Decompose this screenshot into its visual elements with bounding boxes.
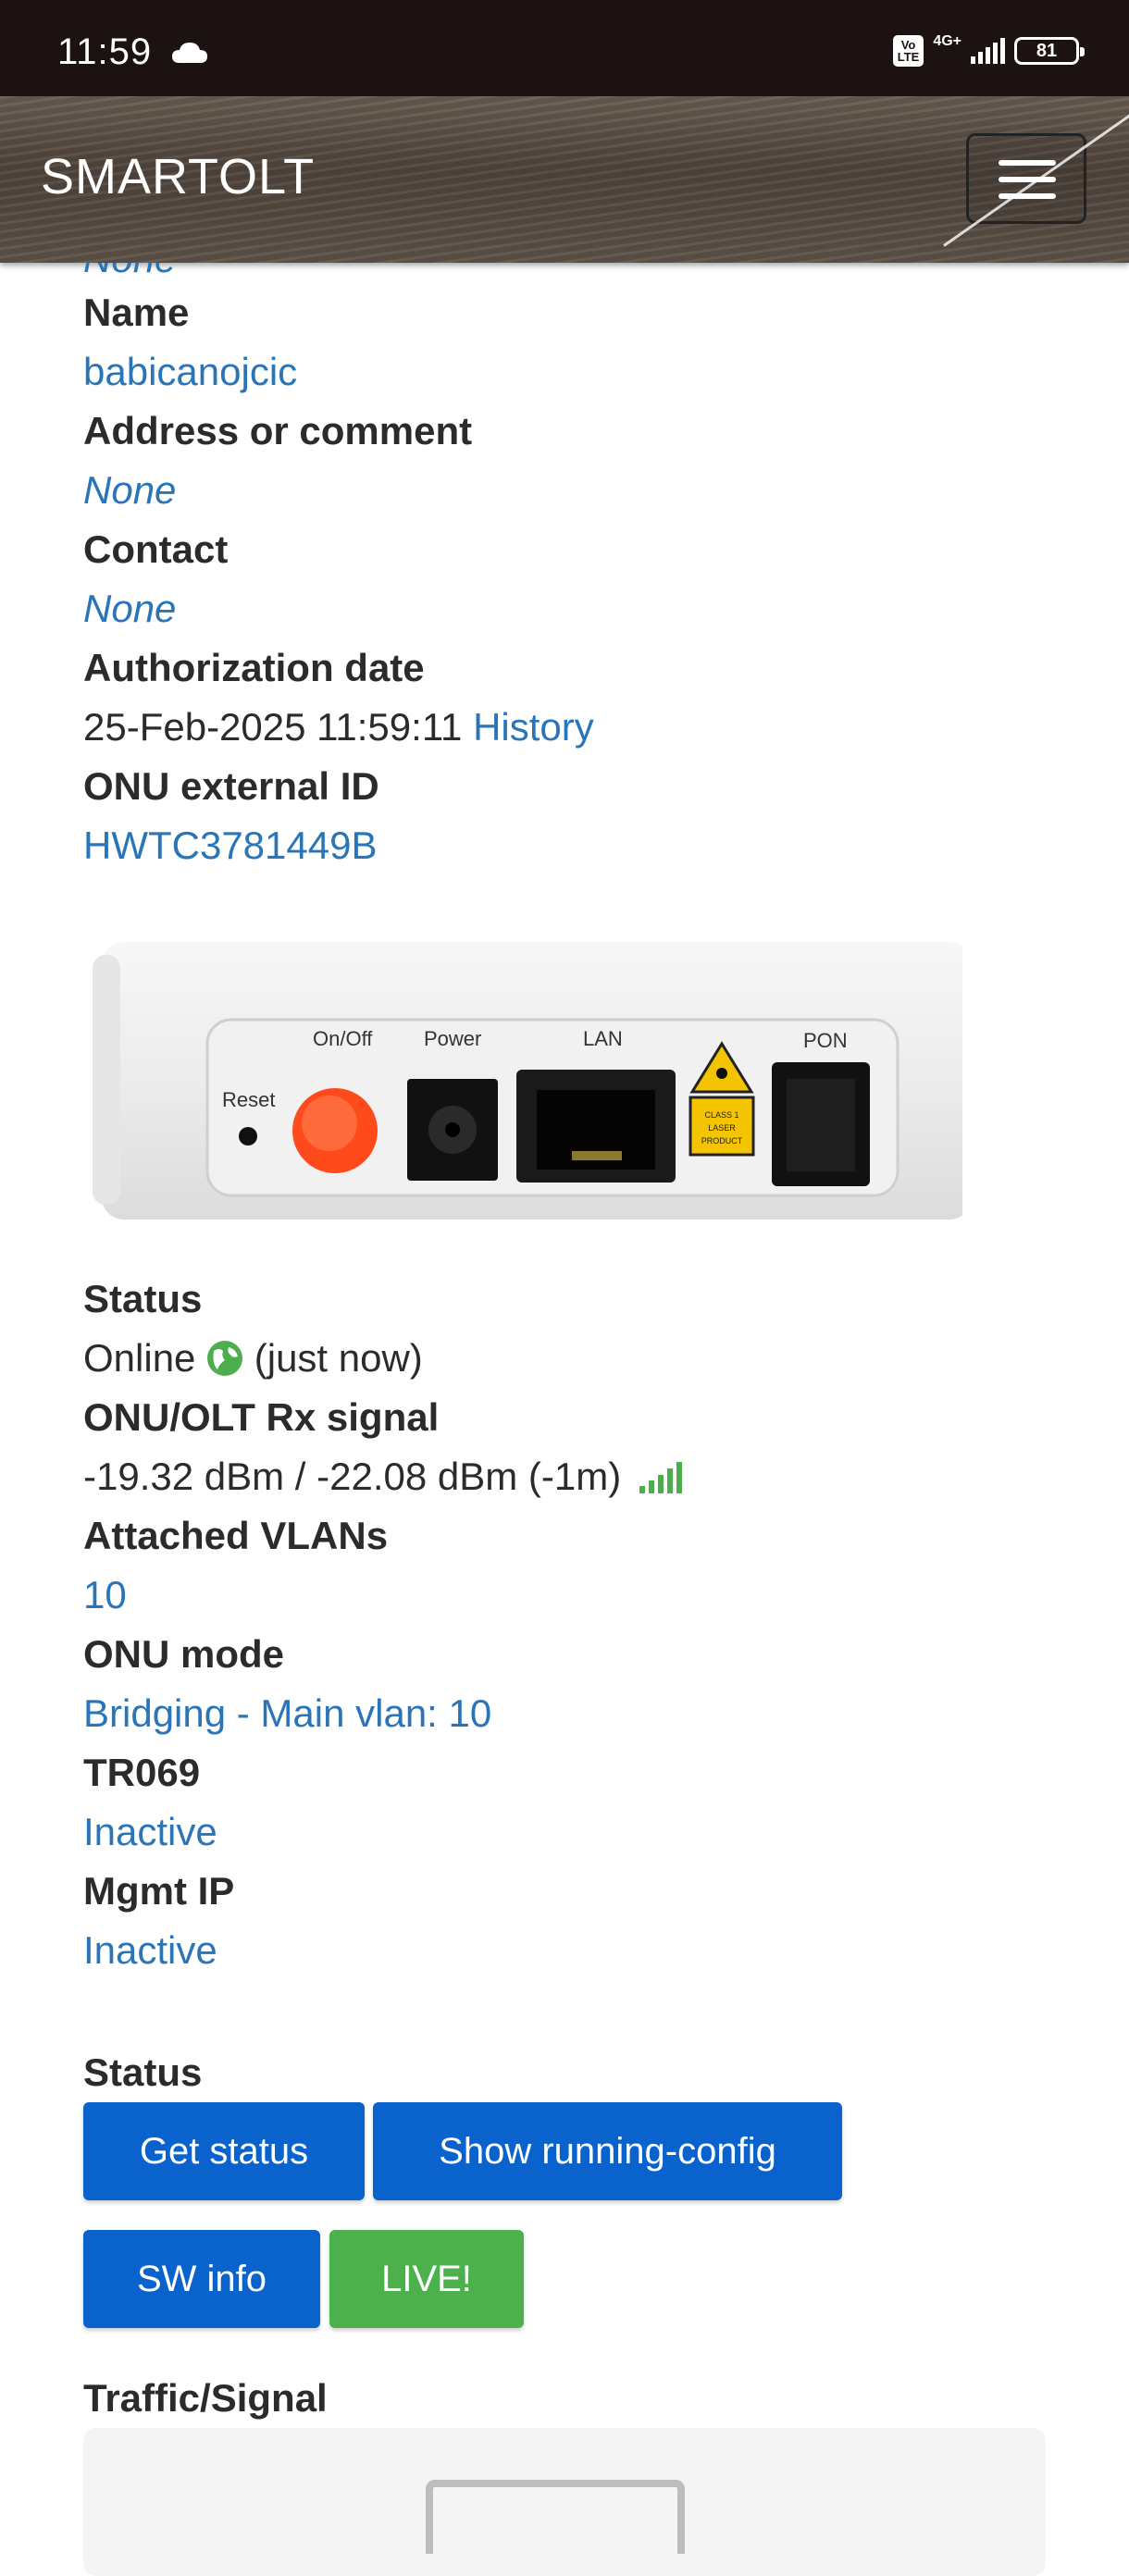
onoff-label: On/Off [313, 1027, 373, 1050]
cloud-icon [172, 43, 207, 63]
authorization-date-label: Authorization date [83, 646, 425, 689]
address-value[interactable]: None [83, 468, 176, 513]
name-value[interactable]: babicanojcic [83, 350, 297, 394]
onu-device-image: Reset On/Off Power LAN CLASS 1 LASER PRO… [93, 942, 962, 1220]
status-row: Online (just now) [83, 1336, 423, 1381]
status-actions-label: Status [83, 2050, 203, 2094]
rx-signal-value: -19.32 dBm / -22.08 dBm (-1m) [83, 1455, 622, 1498]
svg-text:LASER: LASER [708, 1123, 736, 1133]
tr069-label: TR069 [83, 1751, 201, 1794]
globe-icon [207, 1341, 243, 1376]
clock: 11:59 [57, 31, 153, 72]
pon-label: PON [803, 1029, 848, 1052]
network-type: 4G+ [933, 33, 962, 49]
status-value: Online [83, 1336, 196, 1380]
attached-vlans-value[interactable]: 10 [83, 1573, 127, 1617]
onu-external-id-value[interactable]: HWTC3781449B [83, 824, 377, 868]
status-label: Status [83, 1277, 203, 1320]
get-status-button[interactable]: Get status [83, 2102, 365, 2200]
svg-text:PRODUCT: PRODUCT [701, 1136, 743, 1146]
reset-label: Reset [222, 1088, 275, 1111]
mgmt-ip-value[interactable]: Inactive [83, 1928, 217, 1973]
lan-label: LAN [583, 1027, 623, 1050]
brand-logo[interactable]: SMARTOLT [41, 148, 315, 205]
contact-value[interactable]: None [83, 587, 176, 631]
name-label: Name [83, 291, 190, 334]
authorization-date-value: 25-Feb-2025 11:59:11 [83, 705, 463, 749]
onu-mode-label: ONU mode [83, 1632, 285, 1676]
authorization-date-row: 25-Feb-2025 11:59:11 History [83, 705, 594, 749]
signal-strength-icon [639, 1462, 682, 1493]
tr069-value[interactable]: Inactive [83, 1810, 217, 1854]
sw-info-button[interactable]: SW info [83, 2230, 320, 2328]
address-label: Address or comment [83, 409, 473, 452]
volte-icon: Vo LTE [892, 35, 924, 67]
graph-placeholder-icon [426, 2480, 685, 2554]
traffic-signal-label: Traffic/Signal [83, 2376, 328, 2420]
contact-label: Contact [83, 527, 229, 571]
power-label: Power [424, 1027, 481, 1050]
top-navbar: SMARTOLT [0, 96, 1129, 263]
battery-icon: 81 [1014, 37, 1085, 65]
mgmt-ip-label: Mgmt IP [83, 1869, 235, 1913]
live-button[interactable]: LIVE! [329, 2230, 524, 2328]
hamburger-icon [999, 160, 1056, 166]
show-running-config-button[interactable]: Show running-config [373, 2102, 842, 2200]
cell-signal-icon [971, 38, 1005, 64]
system-status-bar: 11:59 Vo LTE 4G+ 81 [0, 0, 1129, 96]
onu-mode-value[interactable]: Bridging - Main vlan: 10 [83, 1691, 491, 1736]
battery-level: 81 [1036, 40, 1058, 61]
attached-vlans-label: Attached VLANs [83, 1514, 389, 1557]
menu-toggle-button[interactable] [966, 133, 1086, 224]
status-time: (just now) [254, 1336, 423, 1380]
svg-text:CLASS 1: CLASS 1 [704, 1110, 738, 1120]
onu-external-id-label: ONU external ID [83, 764, 379, 808]
rx-signal-row: -19.32 dBm / -22.08 dBm (-1m) [83, 1455, 682, 1499]
history-link[interactable]: History [473, 705, 594, 749]
rx-signal-label: ONU/OLT Rx signal [83, 1395, 440, 1439]
status-indicators: Vo LTE 4G+ 81 [892, 33, 1085, 67]
traffic-graph-panel[interactable] [83, 2428, 1046, 2576]
